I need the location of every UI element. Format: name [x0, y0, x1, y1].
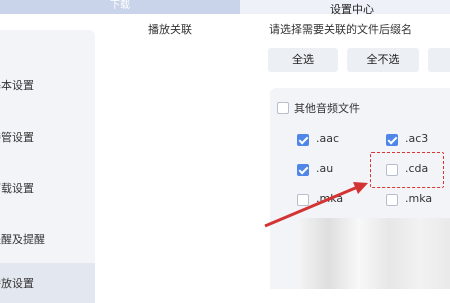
- annotation-arrow-icon: [264, 182, 368, 228]
